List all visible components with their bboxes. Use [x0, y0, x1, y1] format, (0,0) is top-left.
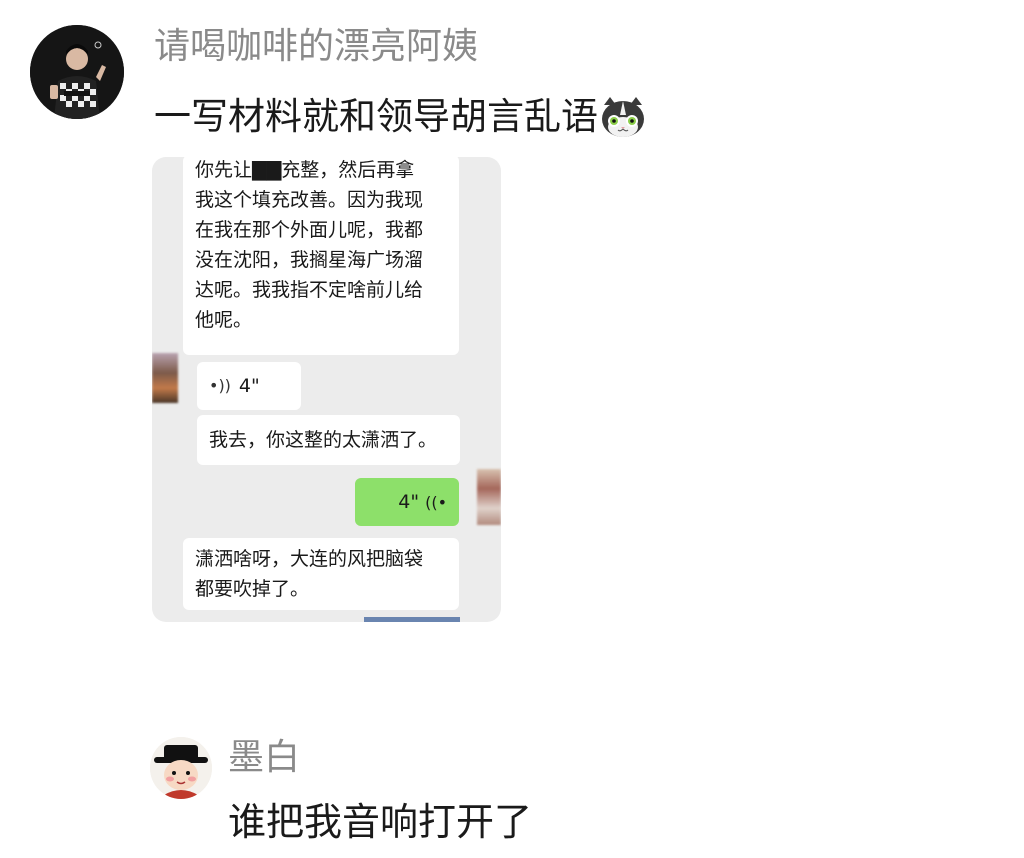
chat-message-line: 他呢。: [195, 309, 253, 331]
reply-username[interactable]: 墨白: [228, 733, 300, 783]
post-text-content: 一写材料就和领导胡言乱语: [154, 95, 598, 138]
chat-message-text: 我去，你这整的太潇洒了。: [209, 429, 438, 451]
chat-message-line: 没在沈阳，我搁星海广场溜: [195, 249, 424, 271]
chat-screenshot-image[interactable]: 你先让▇▇充整，然后再拿 我这个填充改善。因为我现 在我在那个外面儿呢，我都 没…: [152, 157, 501, 622]
cat-face-emoji-icon: [602, 97, 644, 137]
post-text: 一写材料就和领导胡言乱语: [154, 90, 646, 144]
chat-message-line: 在我在那个外面儿呢，我都: [195, 219, 424, 241]
blurred-avatar-right: [477, 469, 501, 525]
poster-avatar-image: [30, 25, 124, 119]
chat-message-line: 潇洒啥呀，大连的风把脑袋: [195, 548, 424, 570]
poster-avatar[interactable]: [30, 25, 124, 119]
chat-message-line: 我这个填充改善。因为我现: [195, 189, 424, 211]
voice-wave-icon: •)): [209, 376, 231, 395]
chat-message-line: 达呢。我我指不定啥前儿给: [195, 279, 424, 301]
chat-message-incoming-1: 你先让▇▇充整，然后再拿 我这个填充改善。因为我现 在我在那个外面儿呢，我都 没…: [183, 157, 459, 355]
voice-message-incoming: •)) 4": [197, 362, 301, 410]
chat-message-incoming-3: 潇洒啥呀，大连的风把脑袋 都要吹掉了。: [183, 538, 459, 610]
poster-username[interactable]: 请喝咖啡的漂亮阿姨: [154, 22, 478, 72]
chat-message-line: 你先让▇▇充整，然后再拿: [195, 159, 415, 181]
reply-avatar[interactable]: [150, 737, 212, 799]
voice-duration: 4": [238, 375, 260, 397]
blurred-avatar-left: [152, 353, 178, 403]
voice-wave-icon: ((•: [425, 492, 447, 512]
chat-message-incoming-2: 我去，你这整的太潇洒了。: [197, 415, 460, 465]
reply-text: 谁把我音响打开了: [228, 800, 533, 844]
reply-avatar-image: [150, 737, 212, 799]
voice-duration: 4": [398, 491, 420, 513]
chat-message-line: 都要吹掉了。: [195, 578, 310, 600]
cropped-image-strip: [364, 617, 460, 622]
voice-message-outgoing: 4" ((•: [355, 478, 459, 526]
